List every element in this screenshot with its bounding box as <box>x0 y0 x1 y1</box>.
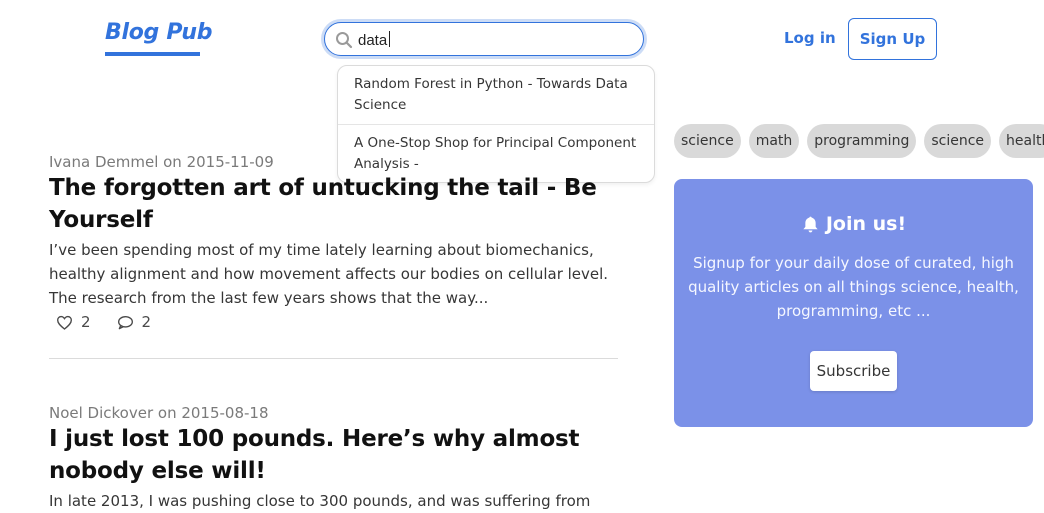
tag-math[interactable]: math <box>748 124 800 158</box>
comment-count: 2 <box>141 313 152 331</box>
post-meta: Ivana Demmel on 2015-11-09 <box>49 153 274 171</box>
join-title-text: Join us! <box>825 213 907 235</box>
post-excerpt: I’ve been spending most of my time latel… <box>49 241 609 307</box>
logo-underline <box>105 52 200 56</box>
post-meta: Noel Dickover on 2015-08-18 <box>49 404 269 422</box>
search-box[interactable] <box>324 22 644 56</box>
tag-programming[interactable]: programming <box>807 124 917 158</box>
like-stat[interactable]: 2 <box>56 313 91 331</box>
subscribe-button[interactable]: Subscribe <box>810 351 897 391</box>
suggestion-divider <box>338 124 654 125</box>
comment-stat[interactable]: 2 <box>117 313 152 331</box>
signup-button[interactable]: Sign Up <box>848 18 937 60</box>
tag-science[interactable]: science <box>674 124 741 158</box>
like-count: 2 <box>81 313 91 331</box>
join-card: Join us! Signup for your daily dose of c… <box>674 179 1033 427</box>
post-stats: 2 2 <box>56 313 177 331</box>
post-title[interactable]: The forgotten art of untucking the tail … <box>49 172 619 236</box>
bell-icon <box>803 216 818 232</box>
search-input[interactable] <box>358 30 628 50</box>
comment-icon <box>117 315 133 329</box>
heart-icon <box>56 315 73 330</box>
search-icon <box>336 32 353 49</box>
suggestion-item[interactable]: Random Forest in Python - Towards Data S… <box>338 74 654 116</box>
tag-science[interactable]: science <box>924 124 992 158</box>
site-logo[interactable]: Blog Pub <box>105 20 212 45</box>
post-divider <box>49 358 618 359</box>
tag-health[interactable]: health <box>999 124 1044 158</box>
post-title[interactable]: I just lost 100 pounds. Here’s why almos… <box>49 423 619 487</box>
text-caret <box>389 31 390 47</box>
post-excerpt: In late 2013, I was pushing close to 300… <box>49 492 591 510</box>
join-title: Join us! <box>674 213 1033 235</box>
login-link[interactable]: Log in <box>784 29 836 47</box>
join-description: Signup for your daily dose of curated, h… <box>688 254 1019 320</box>
post-card: Ivana Demmel on 2015-11-09 The forgotten… <box>49 153 619 310</box>
post-card: Noel Dickover on 2015-08-18 I just lost … <box>49 404 619 513</box>
tag-list: science math programming science health <box>674 124 1044 158</box>
